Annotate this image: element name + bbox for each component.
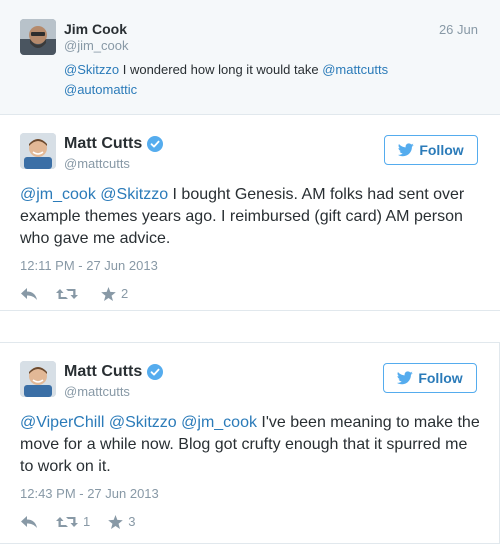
avatar-image bbox=[20, 133, 56, 169]
avatar[interactable] bbox=[20, 19, 56, 55]
avatar[interactable] bbox=[20, 133, 56, 169]
mention-link[interactable]: @ViperChill bbox=[20, 414, 104, 431]
mention-link[interactable]: @Skitzzo bbox=[109, 414, 177, 431]
tweet-card: Matt Cutts @mattcutts Follow @ViperChill… bbox=[0, 342, 500, 544]
tweet-card: Matt Cutts @mattcutts Follow @jm_cook @S… bbox=[0, 115, 500, 311]
context-tweet: Jim Cook @jim_cook 26 Jun @Skitzzo I won… bbox=[0, 0, 500, 115]
favorite-button[interactable]: 2 bbox=[101, 286, 128, 301]
twitter-bird-icon bbox=[398, 143, 415, 157]
tweet-text: @Skitzzo I wondered how long it would ta… bbox=[64, 60, 464, 100]
retweet-button[interactable]: 1 bbox=[56, 514, 90, 529]
author-name-text: Matt Cutts bbox=[64, 135, 143, 152]
avatar-image bbox=[20, 361, 56, 397]
avatar-image bbox=[20, 19, 56, 55]
mention-link[interactable]: @jm_cook bbox=[20, 186, 96, 203]
avatar[interactable] bbox=[20, 361, 56, 397]
reply-icon bbox=[21, 515, 37, 528]
follow-button[interactable]: Follow bbox=[384, 135, 478, 165]
tweet-timestamp[interactable]: 12:11 PM - 27 Jun 2013 bbox=[20, 258, 158, 273]
author-name[interactable]: Matt Cutts bbox=[64, 135, 164, 153]
mention-link[interactable]: @jm_cook bbox=[181, 414, 257, 431]
reply-icon bbox=[21, 287, 37, 300]
follow-label: Follow bbox=[419, 142, 464, 158]
favorite-count: 3 bbox=[128, 514, 136, 529]
star-icon bbox=[101, 286, 116, 301]
verified-badge-icon bbox=[147, 364, 164, 380]
reply-button[interactable] bbox=[20, 287, 38, 301]
author-name-text: Matt Cutts bbox=[64, 363, 143, 380]
verified-badge-icon bbox=[147, 136, 164, 152]
retweet-count: 1 bbox=[83, 514, 91, 529]
follow-label: Follow bbox=[418, 370, 463, 386]
twitter-bird-icon bbox=[397, 371, 414, 385]
tweet-actions: 2 bbox=[20, 286, 146, 301]
reply-button[interactable] bbox=[20, 515, 38, 529]
mention-link[interactable]: @automattic bbox=[64, 82, 137, 97]
author-name[interactable]: Matt Cutts bbox=[64, 363, 164, 381]
mention-link[interactable]: @Skitzzo bbox=[64, 62, 119, 77]
author-name[interactable]: Jim Cook bbox=[64, 21, 127, 37]
tweet-text-segment: I wondered how long it would take bbox=[119, 62, 323, 77]
retweet-icon bbox=[56, 516, 78, 527]
tweet-text: @ViperChill @Skitzzo @jm_cook I've been … bbox=[20, 412, 482, 478]
tweet-timestamp[interactable]: 12:43 PM - 27 Jun 2013 bbox=[20, 486, 159, 501]
star-icon bbox=[108, 514, 124, 529]
author-handle[interactable]: @mattcutts bbox=[64, 156, 130, 171]
mention-link[interactable]: @mattcutts bbox=[322, 62, 388, 77]
tweet-date[interactable]: 26 Jun bbox=[439, 22, 478, 37]
author-handle[interactable]: @jim_cook bbox=[64, 38, 129, 53]
mention-link[interactable]: @Skitzzo bbox=[100, 186, 168, 203]
retweet-button[interactable] bbox=[56, 287, 83, 301]
favorite-count: 2 bbox=[121, 286, 129, 301]
tweet-actions: 1 3 bbox=[20, 514, 153, 529]
follow-button[interactable]: Follow bbox=[383, 363, 477, 393]
author-handle[interactable]: @mattcutts bbox=[64, 384, 130, 399]
retweet-icon bbox=[56, 288, 78, 299]
tweet-text: @jm_cook @Skitzzo I bought Genesis. AM f… bbox=[20, 184, 482, 250]
favorite-button[interactable]: 3 bbox=[108, 514, 135, 529]
